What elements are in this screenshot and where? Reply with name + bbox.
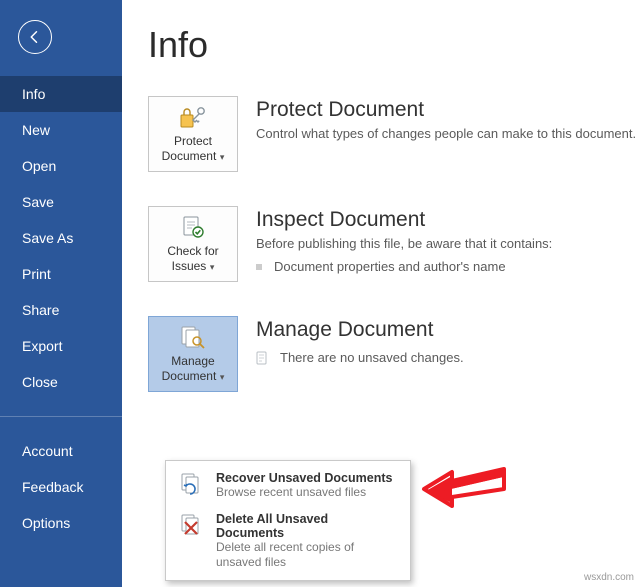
chevron-down-icon: ▾ <box>207 262 214 272</box>
recover-unsaved-item[interactable]: Recover Unsaved Documents Browse recent … <box>166 465 410 506</box>
nav-print[interactable]: Print <box>0 256 122 292</box>
check-for-issues-button[interactable]: Check forIssues ▾ <box>148 206 238 282</box>
lock-key-icon <box>179 105 207 131</box>
page-title: Info <box>148 24 640 66</box>
nav-info[interactable]: Info <box>0 76 122 112</box>
nav-feedback[interactable]: Feedback <box>0 469 122 505</box>
nav-export[interactable]: Export <box>0 328 122 364</box>
nav-options[interactable]: Options <box>0 505 122 541</box>
inspect-bullet: Document properties and author's name <box>274 259 506 274</box>
inspect-title: Inspect Document <box>256 208 552 232</box>
nav-close[interactable]: Close <box>0 364 122 400</box>
manage-title: Manage Document <box>256 318 464 342</box>
nav-separator <box>0 416 122 417</box>
arrow-left-icon <box>26 28 44 46</box>
protect-tile-line1: Protect <box>174 134 212 148</box>
recover-desc: Browse recent unsaved files <box>216 485 392 500</box>
inspect-bullet-row: Document properties and author's name <box>256 259 552 274</box>
manage-document-button[interactable]: ManageDocument ▾ <box>148 316 238 392</box>
manage-tile-line1: Manage <box>171 354 214 368</box>
nav-share[interactable]: Share <box>0 292 122 328</box>
protect-desc: Control what types of changes people can… <box>256 126 636 141</box>
document-search-icon <box>179 325 207 351</box>
bullet-icon <box>256 264 262 270</box>
protect-section: ProtectDocument ▾ Protect Document Contr… <box>148 96 640 172</box>
chevron-down-icon: ▾ <box>217 372 224 382</box>
manage-desc-row: There are no unsaved changes. <box>256 350 464 365</box>
protect-document-button[interactable]: ProtectDocument ▾ <box>148 96 238 172</box>
document-small-icon <box>256 351 268 365</box>
nav-account[interactable]: Account <box>0 433 122 469</box>
inspect-desc: Before publishing this file, be aware th… <box>256 236 552 251</box>
protect-tile-line2: Document <box>162 149 217 163</box>
recover-icon <box>179 472 205 498</box>
chevron-down-icon: ▾ <box>217 152 224 162</box>
protect-title: Protect Document <box>256 98 636 122</box>
watermark: wsxdn.com <box>584 572 634 583</box>
manage-desc: There are no unsaved changes. <box>280 350 464 365</box>
delete-docs-icon <box>179 513 205 539</box>
manage-tile-line2: Document <box>162 369 217 383</box>
delete-desc: Delete all recent copies of unsaved file… <box>216 540 398 570</box>
nav-open[interactable]: Open <box>0 148 122 184</box>
backstage-sidebar: Info New Open Save Save As Print Share E… <box>0 0 122 587</box>
document-check-icon <box>179 215 207 241</box>
manage-section: ManageDocument ▾ Manage Document There a… <box>148 316 640 392</box>
manage-document-menu: Recover Unsaved Documents Browse recent … <box>165 460 411 581</box>
delete-unsaved-item[interactable]: Delete All Unsaved Documents Delete all … <box>166 506 410 576</box>
inspect-tile-line1: Check for <box>167 244 218 258</box>
nav-new[interactable]: New <box>0 112 122 148</box>
inspect-tile-line2: Issues <box>172 259 207 273</box>
nav-save[interactable]: Save <box>0 184 122 220</box>
back-button[interactable] <box>18 20 52 54</box>
nav-save-as[interactable]: Save As <box>0 220 122 256</box>
recover-title: Recover Unsaved Documents <box>216 471 392 485</box>
inspect-section: Check forIssues ▾ Inspect Document Befor… <box>148 206 640 282</box>
delete-title: Delete All Unsaved Documents <box>216 512 398 540</box>
